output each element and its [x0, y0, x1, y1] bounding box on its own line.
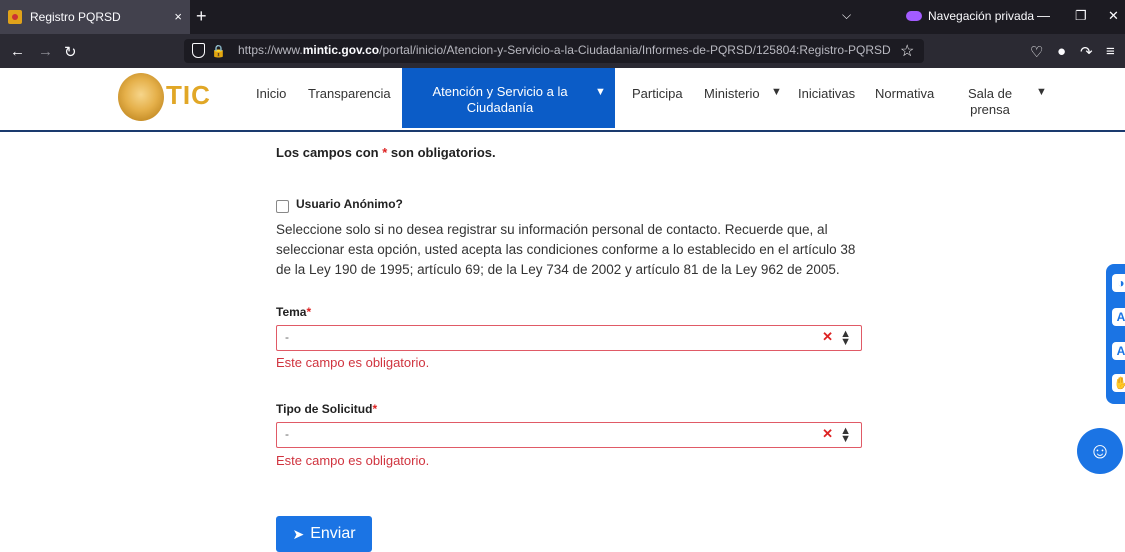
caret-down-icon[interactable]: ▼: [595, 86, 606, 98]
tema-error: Este campo es obligatorio.: [276, 355, 430, 370]
extension-icon[interactable]: ●: [1057, 43, 1066, 60]
star-icon[interactable]: ☆: [900, 41, 914, 61]
back-icon[interactable]: ←: [10, 43, 25, 60]
tema-value: -: [285, 330, 289, 344]
anonymous-checkbox[interactable]: [276, 200, 289, 213]
menu-item-iniciativas[interactable]: Iniciativas: [798, 86, 855, 101]
menu-icon[interactable]: ≡: [1106, 43, 1115, 60]
menu-item-participa[interactable]: Participa: [632, 86, 683, 101]
private-mask-icon: [906, 11, 922, 21]
private-label: Navegación privada: [928, 9, 1035, 23]
clear-icon[interactable]: ✕: [822, 426, 833, 442]
font-size-decrease-icon[interactable]: A: [1112, 342, 1125, 360]
tipo-solicitud-value: -: [285, 427, 289, 441]
url-text[interactable]: https://www.mintic.gov.co/portal/inicio/…: [238, 43, 891, 57]
menu-item-normativa[interactable]: Normativa: [875, 86, 934, 101]
menu-item-ministerio[interactable]: Ministerio: [704, 86, 760, 101]
tema-label: Tema*: [276, 305, 312, 319]
coat-of-arms-icon[interactable]: [118, 73, 164, 121]
lock-icon[interactable]: 🔒: [211, 44, 226, 58]
submit-label: Enviar: [310, 525, 356, 542]
tipo-solicitud-error: Este campo es obligatorio.: [276, 453, 430, 468]
browser-tab[interactable]: Registro PQRSD ×: [0, 0, 190, 34]
menu-item-sala-de-prensa[interactable]: Sala de prensa: [960, 86, 1020, 118]
tab-title: Registro PQRSD: [30, 10, 121, 24]
caret-down-icon[interactable]: ▼: [771, 86, 782, 98]
restore-icon[interactable]: ❐: [1075, 8, 1087, 24]
shield-icon[interactable]: [192, 43, 205, 58]
tipo-solicitud-label: Tipo de Solicitud*: [276, 402, 378, 416]
help-icon[interactable]: ☺: [1077, 428, 1123, 474]
submit-button[interactable]: ➤ Enviar: [276, 516, 372, 552]
tab-close-icon[interactable]: ×: [174, 9, 182, 24]
share-icon[interactable]: ↷: [1080, 43, 1093, 61]
new-tab-button[interactable]: +: [196, 6, 207, 27]
required-note: Los campos con * son obligatorios.: [276, 145, 496, 160]
clear-icon[interactable]: ✕: [822, 329, 833, 345]
menu-item-transparencia[interactable]: Transparencia: [308, 86, 391, 101]
font-size-increase-icon[interactable]: A: [1112, 308, 1125, 326]
paper-plane-icon: ➤: [292, 525, 305, 542]
private-browsing-indicator: Navegación privada: [906, 9, 1034, 23]
contrast-icon[interactable]: ◑: [1112, 274, 1125, 292]
tipo-solicitud-select[interactable]: - ✕ ▲ ▼: [276, 422, 862, 448]
browser-tab-bar: Registro PQRSD × + ⌵ Navegación privada …: [0, 0, 1125, 34]
pocket-icon[interactable]: ♡: [1030, 43, 1043, 61]
favicon-icon: [8, 10, 22, 24]
site-logo[interactable]: TIC: [166, 80, 211, 111]
anonymous-label[interactable]: Usuario Anónimo?: [296, 197, 403, 211]
forward-icon[interactable]: →: [38, 43, 53, 60]
tab-list-chevron-icon[interactable]: ⌵: [842, 8, 851, 23]
menu-item-inicio[interactable]: Inicio: [256, 86, 286, 101]
window-close-icon[interactable]: ✕: [1108, 8, 1119, 24]
menu-item-atencion-label[interactable]: Atención y Servicio a la Ciudadanía: [420, 84, 580, 116]
caret-down-icon[interactable]: ▼: [1036, 86, 1047, 98]
reload-icon[interactable]: ↻: [64, 43, 77, 61]
sort-arrows-icon[interactable]: ▲ ▼: [840, 329, 851, 348]
sort-arrows-icon[interactable]: ▲ ▼: [840, 426, 851, 445]
minimize-icon[interactable]: —: [1037, 8, 1050, 23]
sign-language-icon[interactable]: ✋: [1112, 374, 1125, 392]
anonymous-description: Seleccione solo si no desea registrar su…: [276, 222, 856, 277]
tema-select[interactable]: - ✕ ▲ ▼: [276, 325, 862, 351]
